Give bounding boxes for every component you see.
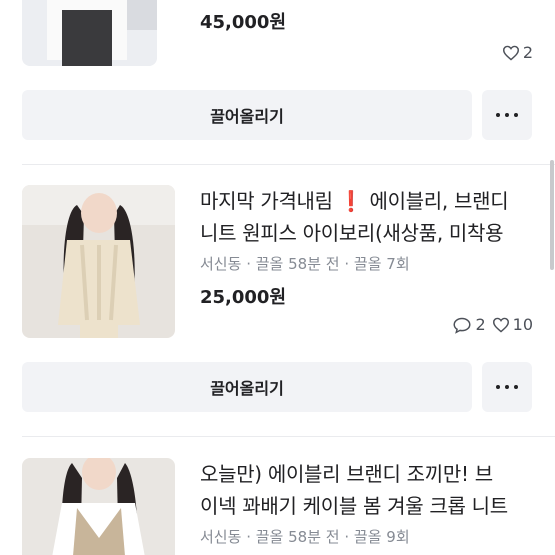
more-options-button[interactable] [482, 90, 532, 140]
heart-icon [492, 317, 510, 333]
divider [22, 436, 555, 437]
chat-count: 2 [452, 315, 486, 334]
product-thumbnail-1[interactable] [22, 0, 157, 66]
product-title: 오늘만) 에이블리 브랜디 조끼만! 브 [200, 462, 493, 486]
chat-bubble-icon [452, 316, 472, 334]
product-thumbnail-3[interactable] [22, 458, 175, 555]
product-meta: 서신동 · 끌올 58분 전 · 끌올 9회 [200, 528, 410, 546]
product-meta: 서신동 · 끌올 58분 전 · 끌올 7회 [200, 255, 410, 273]
product-card-1[interactable]: 45,000원 2 [0, 0, 555, 90]
divider [22, 164, 555, 165]
heart-icon [502, 45, 520, 61]
item-stats: 2 10 [452, 315, 533, 334]
scrollbar[interactable] [550, 160, 554, 270]
product-price: 45,000원 [200, 12, 287, 33]
bump-button[interactable]: 끌어올리기 [22, 362, 472, 412]
product-title-line2: 이넥 꽈배기 케이블 봄 겨울 크롭 니트 [200, 494, 508, 518]
product-title: 마지막 가격내림 ❗ 에이블리, 브랜디 [200, 189, 509, 213]
bump-button[interactable]: 끌어올리기 [22, 90, 472, 140]
more-options-button[interactable] [482, 362, 532, 412]
item-actions-2: 끌어올리기 [22, 362, 532, 412]
like-count: 2 [502, 43, 533, 62]
item-stats: 2 [502, 43, 533, 62]
exclamation-icon: ❗ [338, 189, 364, 213]
like-count: 10 [492, 315, 533, 334]
product-title-line2: 니트 원피스 아이보리(새상품, 미착용 [200, 221, 504, 245]
product-card-2[interactable]: 마지막 가격내림 ❗ 에이블리, 브랜디 니트 원피스 아이보리(새상품, 미착… [0, 185, 555, 345]
item-actions-1: 끌어올리기 [22, 90, 532, 140]
product-thumbnail-2[interactable] [22, 185, 175, 338]
product-card-3[interactable]: 오늘만) 에이블리 브랜디 조끼만! 브 이넥 꽈배기 케이블 봄 겨울 크롭 … [0, 458, 555, 555]
product-price: 25,000원 [200, 287, 287, 308]
